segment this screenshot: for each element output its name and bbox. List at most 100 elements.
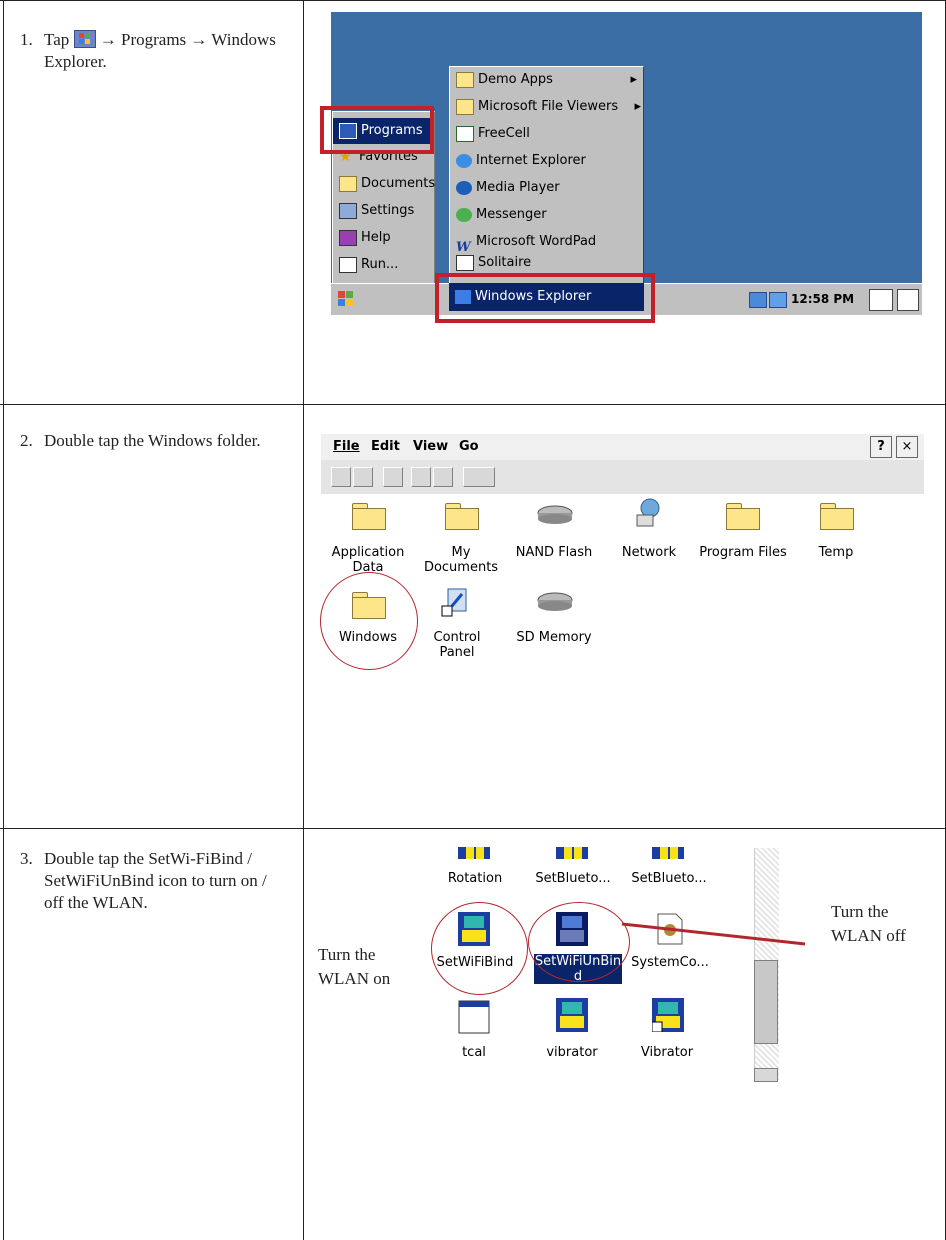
program-item[interactable]: Internet Explorer xyxy=(450,148,586,174)
nand-flash-drive-icon[interactable] xyxy=(537,503,573,535)
properties-button[interactable] xyxy=(433,467,453,487)
delete-button[interactable] xyxy=(411,467,431,487)
desktop-switch-icon[interactable] xyxy=(897,289,919,311)
menu-edit[interactable]: Edit xyxy=(371,439,400,454)
sd-memory-drive-icon[interactable] xyxy=(537,590,573,622)
settings-icon xyxy=(339,202,357,219)
drive-label: SD Memory xyxy=(516,630,592,645)
run-icon xyxy=(339,256,357,273)
column-divider xyxy=(303,0,304,1240)
back-button[interactable] xyxy=(331,467,351,487)
program-files-folder-icon[interactable] xyxy=(726,503,760,530)
folder-icon xyxy=(456,71,474,88)
explorer-menubar: File Edit View Go ? × xyxy=(321,434,924,460)
programs-submenu: Demo Apps ▸ Microsoft File Viewers ▸ FreeC… xyxy=(449,66,644,287)
start-menu-item-run[interactable]: Run... xyxy=(333,252,398,278)
program-item[interactable]: FreeCell xyxy=(450,121,530,147)
tcal-app-icon[interactable] xyxy=(458,1000,490,1034)
vibrator-app-icon[interactable] xyxy=(556,998,588,1032)
program-item[interactable]: Media Player xyxy=(450,175,560,201)
vibrator-shortcut-app-icon[interactable] xyxy=(651,998,684,1033)
app-label: tcal xyxy=(462,1045,486,1060)
menu-view[interactable]: View xyxy=(413,439,448,454)
view-mode-button[interactable] xyxy=(463,467,495,487)
highlight-circle-windows xyxy=(320,572,418,670)
highlight-programs xyxy=(320,106,434,154)
annotation-wlan-on: Turn the WLAN on xyxy=(318,945,391,988)
my-documents-folder-icon[interactable] xyxy=(445,503,479,530)
step-text: Double tap the Windows folder. xyxy=(44,431,261,450)
annotation-wlan-off: Turn the WLAN off xyxy=(831,902,906,945)
rotation-app-icon[interactable] xyxy=(458,845,490,861)
scrollbar-down-arrow[interactable] xyxy=(754,1068,778,1082)
folder-label: Temp xyxy=(818,545,854,560)
menu-file[interactable]: File xyxy=(333,439,360,454)
row-divider-1 xyxy=(0,404,946,405)
app-label: Vibrator xyxy=(640,1045,694,1060)
network-label: Network xyxy=(621,545,677,560)
app-label: SetBlueto... xyxy=(631,871,707,886)
freecell-icon xyxy=(456,125,474,142)
network-icon[interactable] xyxy=(632,497,664,529)
control-panel-icon[interactable] xyxy=(440,586,472,618)
start-button[interactable] xyxy=(335,288,357,310)
step-number: 2. xyxy=(20,431,33,450)
app-label: SystemCo... xyxy=(631,955,709,970)
messenger-icon xyxy=(456,207,472,222)
scrollbar-thumb[interactable] xyxy=(754,960,778,1044)
program-item[interactable]: Messenger xyxy=(450,202,547,228)
up-folder-button[interactable] xyxy=(383,467,403,487)
help-book-icon xyxy=(339,229,357,246)
setbluetooth-app-icon[interactable] xyxy=(652,845,684,861)
application-data-folder-icon[interactable] xyxy=(352,503,386,530)
program-item[interactable]: Solitaire xyxy=(450,253,531,273)
control-panel-label: Control Panel xyxy=(433,630,481,660)
program-item[interactable]: W Microsoft WordPad xyxy=(450,229,596,255)
clock[interactable]: 12:58 PM xyxy=(791,292,854,306)
app-label: SetBlueto... xyxy=(535,871,611,886)
help-button[interactable]: ? xyxy=(870,436,892,458)
forward-button[interactable] xyxy=(353,467,373,487)
drive-label: NAND Flash xyxy=(515,545,593,560)
table-left-border xyxy=(3,0,4,1240)
explorer-toolbar xyxy=(321,460,924,494)
temp-folder-icon[interactable] xyxy=(820,503,854,530)
media-player-icon xyxy=(456,180,472,195)
step-text: Tap xyxy=(44,30,70,49)
app-label: Rotation xyxy=(447,871,503,886)
wordpad-icon: W xyxy=(456,239,471,255)
row-divider-2 xyxy=(0,828,946,829)
internet-explorer-icon xyxy=(456,153,472,168)
folder-label: Application Data xyxy=(331,545,405,575)
start-menu-item-documents[interactable]: Documents xyxy=(333,171,435,197)
step-2: 2. Double tap the Windows folder. xyxy=(20,430,290,452)
setbluetooth-app-icon[interactable] xyxy=(556,845,588,861)
table-top-border xyxy=(0,0,946,1)
start-menu-item-settings[interactable]: Settings xyxy=(333,198,414,224)
highlight-windows-explorer xyxy=(435,273,655,323)
network-tray-icon[interactable] xyxy=(749,292,767,308)
connection-tray-icon[interactable] xyxy=(769,292,787,308)
folder-label: My Documents xyxy=(423,545,499,575)
app-label: vibrator xyxy=(546,1045,598,1060)
step-text: Double tap the SetWi-FiBind / SetWiFiUnB… xyxy=(44,849,267,912)
step-number: 3. xyxy=(20,849,33,868)
submenu-arrow-icon: ▸ xyxy=(630,72,637,87)
program-item[interactable]: Microsoft File Viewers ▸ xyxy=(450,94,643,120)
start-icon xyxy=(73,30,96,48)
step-3: 3. Double tap the SetWi-FiBind / SetWiFi… xyxy=(20,848,290,912)
input-panel-icon[interactable] xyxy=(869,289,893,311)
menu-go[interactable]: Go xyxy=(459,439,479,454)
solitaire-icon xyxy=(456,254,474,271)
close-button[interactable]: × xyxy=(896,436,918,458)
step-1: 1. Tap → Programs → Windows Explorer. xyxy=(20,29,290,71)
step-number: 1. xyxy=(20,30,33,49)
start-menu-item-help[interactable]: Help xyxy=(333,225,391,251)
callout-line xyxy=(621,922,806,946)
documents-folder-icon xyxy=(339,175,357,192)
program-item[interactable]: Demo Apps ▸ xyxy=(450,67,643,93)
folder-label: Program Files xyxy=(699,545,787,560)
submenu-arrow-icon: ▸ xyxy=(634,99,641,114)
highlight-circle-setwifibind xyxy=(431,902,528,995)
highlight-circle-setwifiunbind xyxy=(528,902,630,982)
